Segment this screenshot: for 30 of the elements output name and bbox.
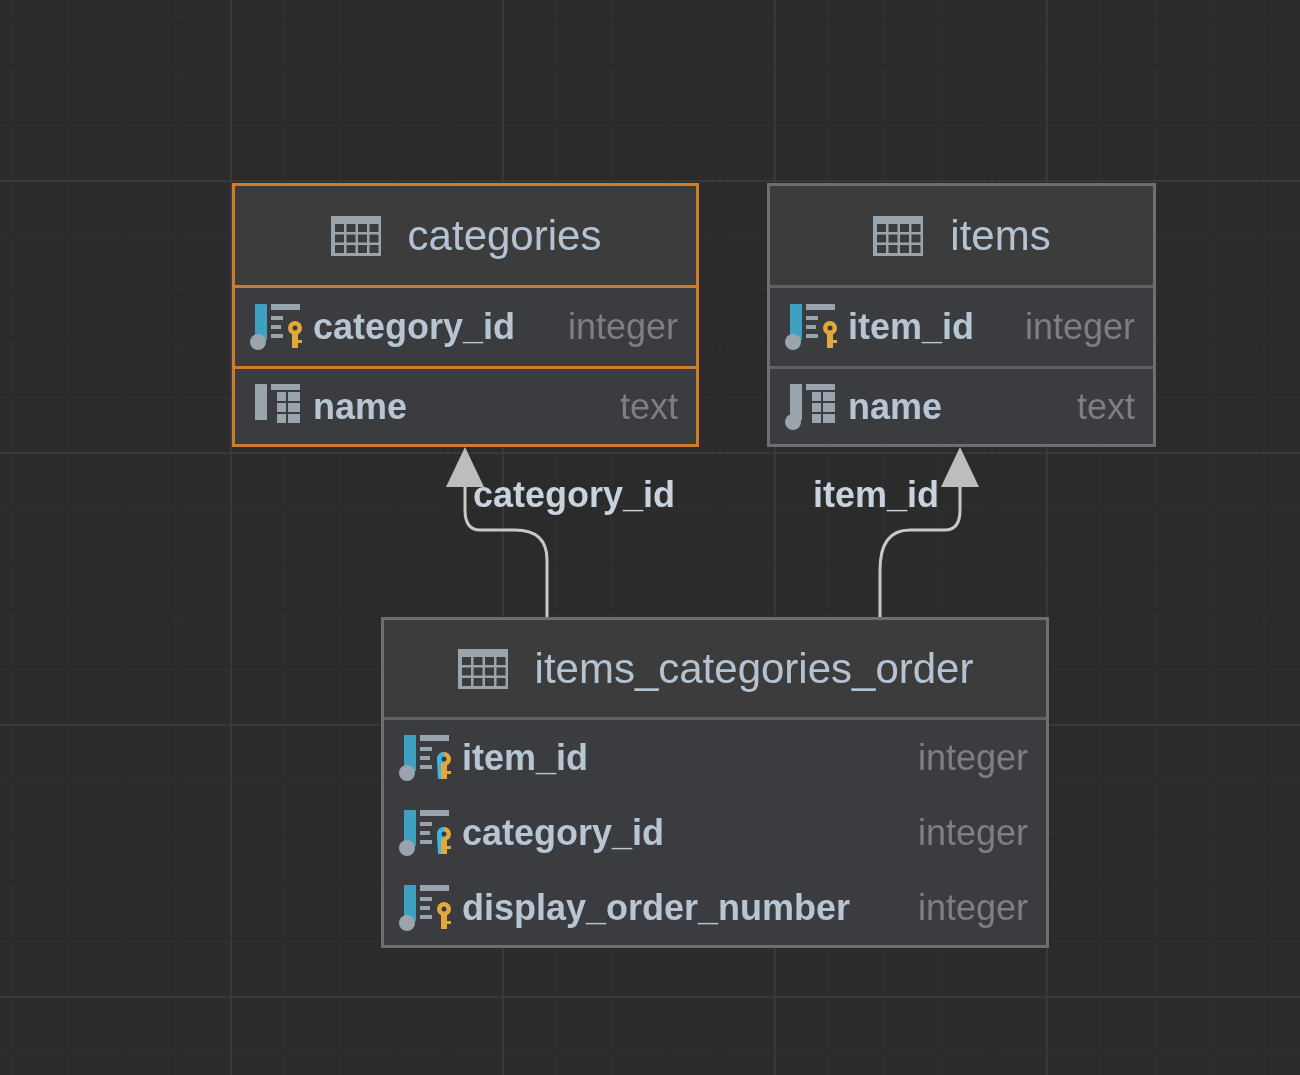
key-column-icon bbox=[398, 807, 454, 858]
column-type: integer bbox=[916, 811, 1028, 854]
column-type: integer bbox=[1023, 306, 1135, 348]
key-column-icon bbox=[249, 302, 305, 352]
column-name: item_id bbox=[848, 306, 975, 348]
column-name: category_id bbox=[462, 811, 665, 854]
key-column-icon bbox=[398, 882, 454, 933]
column-name: item_id bbox=[462, 736, 589, 779]
table-node[interactable]: items_categories_order item_id integer category_id integer display_order_number integer bbox=[381, 617, 1049, 948]
relation-label: category_id bbox=[473, 474, 676, 516]
table-icon bbox=[456, 647, 509, 690]
column-name: category_id bbox=[313, 306, 516, 348]
column-name: name bbox=[848, 385, 943, 428]
key-column-icon bbox=[784, 302, 840, 352]
table-icon bbox=[872, 214, 925, 257]
column-type: text bbox=[618, 385, 678, 428]
table-name: items bbox=[950, 211, 1051, 260]
table-node[interactable]: items item_id integer name text bbox=[767, 183, 1156, 447]
key-column-icon bbox=[398, 732, 454, 783]
column-type: integer bbox=[566, 306, 678, 348]
column-type: text bbox=[1075, 385, 1135, 428]
table-name: categories bbox=[407, 211, 602, 260]
table-name: items_categories_order bbox=[534, 644, 974, 693]
column-name: display_order_number bbox=[462, 886, 851, 929]
table-icon bbox=[329, 214, 382, 257]
column-name: name bbox=[313, 385, 408, 428]
table-node[interactable]: categories category_id integer name text bbox=[232, 183, 699, 447]
column-type: integer bbox=[916, 736, 1028, 779]
column-type: integer bbox=[916, 886, 1028, 929]
relation-label: item_id bbox=[813, 474, 940, 516]
